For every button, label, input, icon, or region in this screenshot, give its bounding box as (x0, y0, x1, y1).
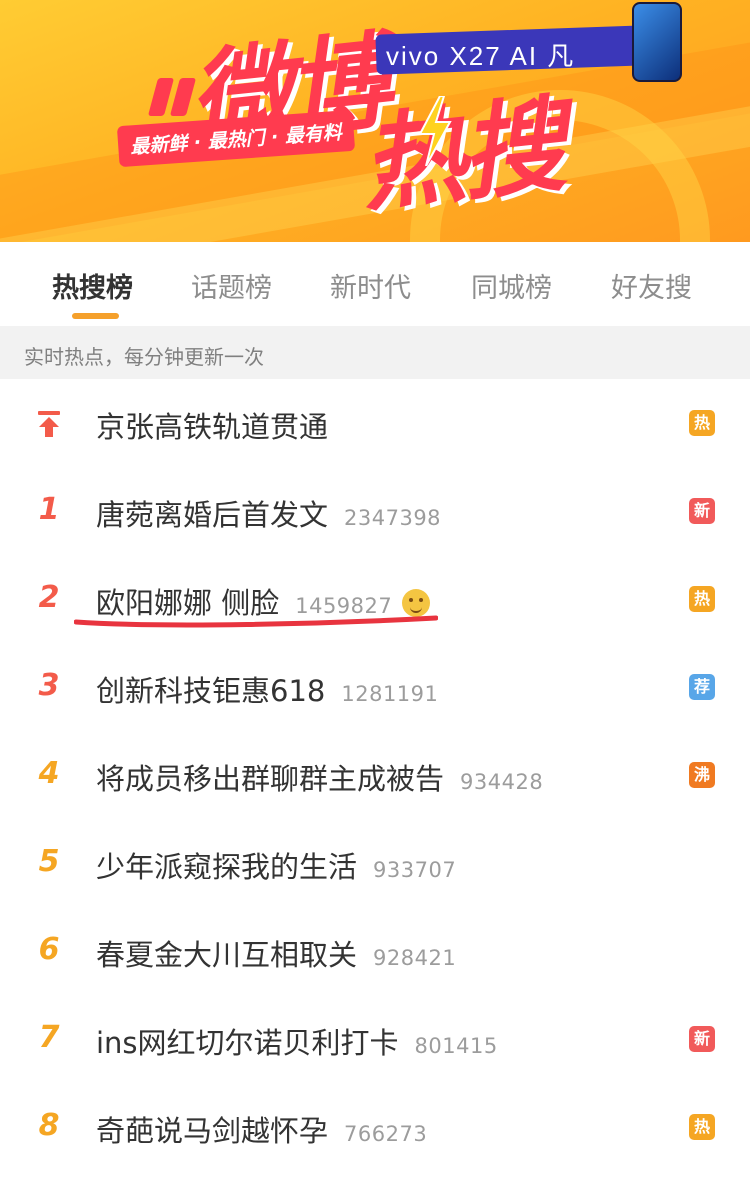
tab-local[interactable]: 同城榜 (471, 266, 552, 305)
hot-search-banner[interactable]: 微博 热搜 最新鲜 · 最热门 · 最有料 vivo X27 AI 凡 (0, 0, 750, 242)
badge-new: 新 (689, 498, 715, 524)
banner-brand-text-b: 热搜 (355, 83, 567, 227)
tab-friends-search[interactable]: 好友搜 (611, 266, 692, 305)
badge-hot: 热 (689, 1114, 715, 1140)
list-item-title: 将成员移出群聊群主成被告 934428 (96, 762, 544, 796)
list-item[interactable]: 京张高铁轨道贯通 热 (0, 380, 750, 469)
phone-ad-image (632, 2, 682, 82)
badge-recommend: 荐 (689, 674, 715, 700)
badge-boil: 沸 (689, 762, 715, 788)
rank-number: 8 (38, 1108, 60, 1143)
list-item-title: 奇葩说马剑越怀孕 766273 (96, 1114, 428, 1148)
rank-number: 7 (38, 1020, 60, 1055)
list-item-title: 春夏金大川互相取关 928421 (96, 938, 457, 972)
tab-hot-search[interactable]: 热搜榜 (52, 266, 133, 305)
list-item[interactable]: 3 创新科技钜惠618 1281191 荐 (0, 644, 750, 733)
list-item-title: 京张高铁轨道贯通 (96, 410, 329, 444)
rank-number: 4 (38, 756, 60, 791)
list-item[interactable]: 8 奇葩说马剑越怀孕 766273 热 (0, 1084, 750, 1172)
list-item-title: 少年派窥探我的生活 933707 (96, 850, 457, 884)
subheader-text: 实时热点，每分钟更新一次 (24, 345, 264, 369)
highlight-underline (74, 615, 438, 628)
pin-top-icon (38, 411, 60, 437)
badge-hot: 热 (689, 410, 715, 436)
rank-number: 5 (38, 844, 60, 879)
list-item[interactable]: 1 唐菀离婚后首发文 2347398 新 (0, 468, 750, 557)
active-tab-indicator (72, 313, 119, 319)
search-count: 2347398 (344, 506, 442, 530)
search-count: 934428 (460, 770, 544, 794)
rank-number: 1 (38, 492, 60, 527)
search-count: 766273 (344, 1122, 428, 1146)
tab-topics[interactable]: 话题榜 (191, 266, 272, 305)
search-count: 933707 (373, 858, 457, 882)
list-item-title: ins网红切尔诺贝利打卡 801415 (96, 1026, 498, 1060)
list-item[interactable]: 5 少年派窥探我的生活 933707 (0, 820, 750, 909)
search-count: 1281191 (341, 682, 439, 706)
search-count: 928421 (373, 946, 457, 970)
rank-number: 2 (38, 580, 60, 615)
ad-banner-text[interactable]: vivo X27 AI 凡 (386, 36, 575, 73)
list-item-title: 唐菀离婚后首发文 2347398 (96, 498, 442, 532)
list-item[interactable]: 2 欧阳娜娜 侧脸 1459827 热 (0, 556, 750, 645)
tab-new-era[interactable]: 新时代 (330, 266, 411, 305)
badge-new: 新 (689, 1026, 715, 1052)
list-item-title: 创新科技钜惠618 1281191 (96, 674, 439, 708)
tab-bar: 热搜榜 话题榜 新时代 同城榜 好友搜 (0, 242, 750, 326)
badge-hot: 热 (689, 586, 715, 612)
realtime-subheader: 实时热点，每分钟更新一次 (0, 326, 750, 379)
rank-number: 3 (38, 668, 60, 703)
list-item[interactable]: 7 ins网红切尔诺贝利打卡 801415 新 (0, 996, 750, 1085)
list-item[interactable]: 6 春夏金大川互相取关 928421 (0, 908, 750, 997)
list-item[interactable]: 4 将成员移出群聊群主成被告 934428 沸 (0, 732, 750, 821)
search-count: 801415 (414, 1034, 498, 1058)
lightning-icon (418, 96, 452, 166)
rank-number: 6 (38, 932, 60, 967)
